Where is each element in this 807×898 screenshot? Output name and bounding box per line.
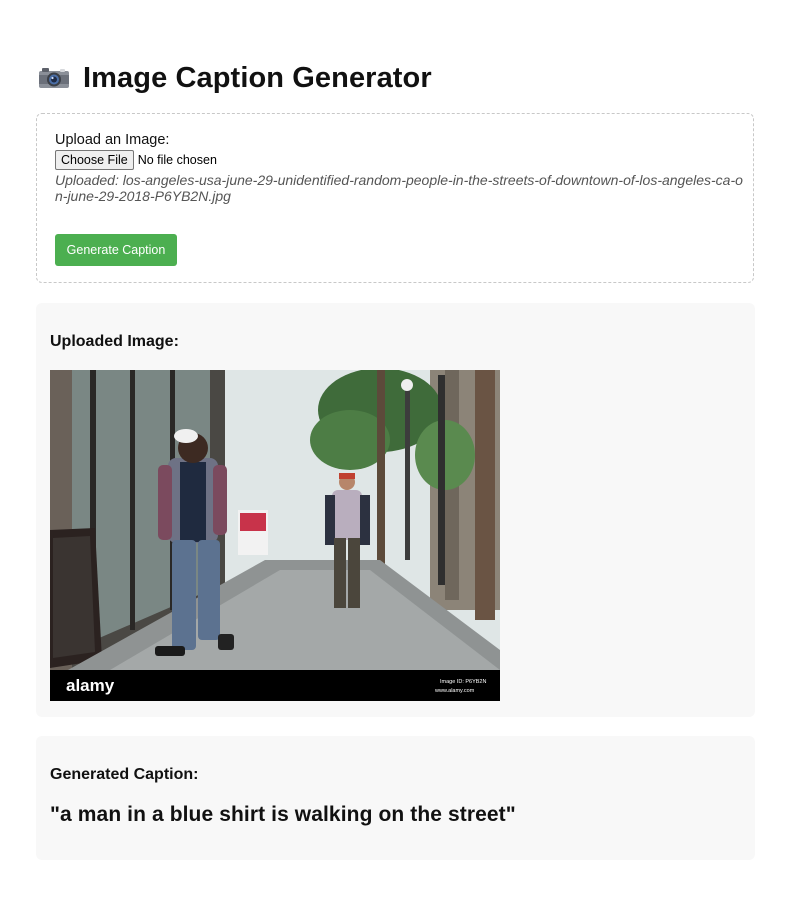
caption-panel: Generated Caption: "a man in a blue shir… <box>36 736 755 860</box>
caption-heading: Generated Caption: <box>50 766 199 783</box>
generated-caption: "a man in a blue shirt is walking on the… <box>50 803 516 826</box>
uploaded-image: alamy Image ID: P6YB2N www.alamy.com <box>50 370 500 701</box>
watermark-site: www.alamy.com <box>434 688 475 694</box>
upload-label: Upload an Image: <box>55 132 170 148</box>
uploaded-image-heading: Uploaded Image: <box>50 333 179 350</box>
file-input[interactable]: Choose File No file chosen <box>55 150 217 170</box>
page: Image Caption Generator Upload an Image:… <box>0 0 807 898</box>
choose-file-button[interactable]: Choose File <box>55 150 134 170</box>
page-header: Image Caption Generator <box>38 56 432 100</box>
watermark-brand: alamy <box>66 676 115 695</box>
generate-caption-button[interactable]: Generate Caption <box>55 234 177 266</box>
uploaded-filename: Uploaded: los-angeles-usa-june-29-uniden… <box>55 172 743 204</box>
uploaded-image-panel: Uploaded Image: alamy Image ID: P6YB2N w… <box>36 303 755 717</box>
camera-icon <box>38 66 70 90</box>
watermark-image-id: Image ID: P6YB2N <box>440 679 486 685</box>
page-title: Image Caption Generator <box>83 61 432 94</box>
file-status-text: No file chosen <box>137 153 217 167</box>
upload-form: Upload an Image: Choose File No file cho… <box>36 113 754 283</box>
